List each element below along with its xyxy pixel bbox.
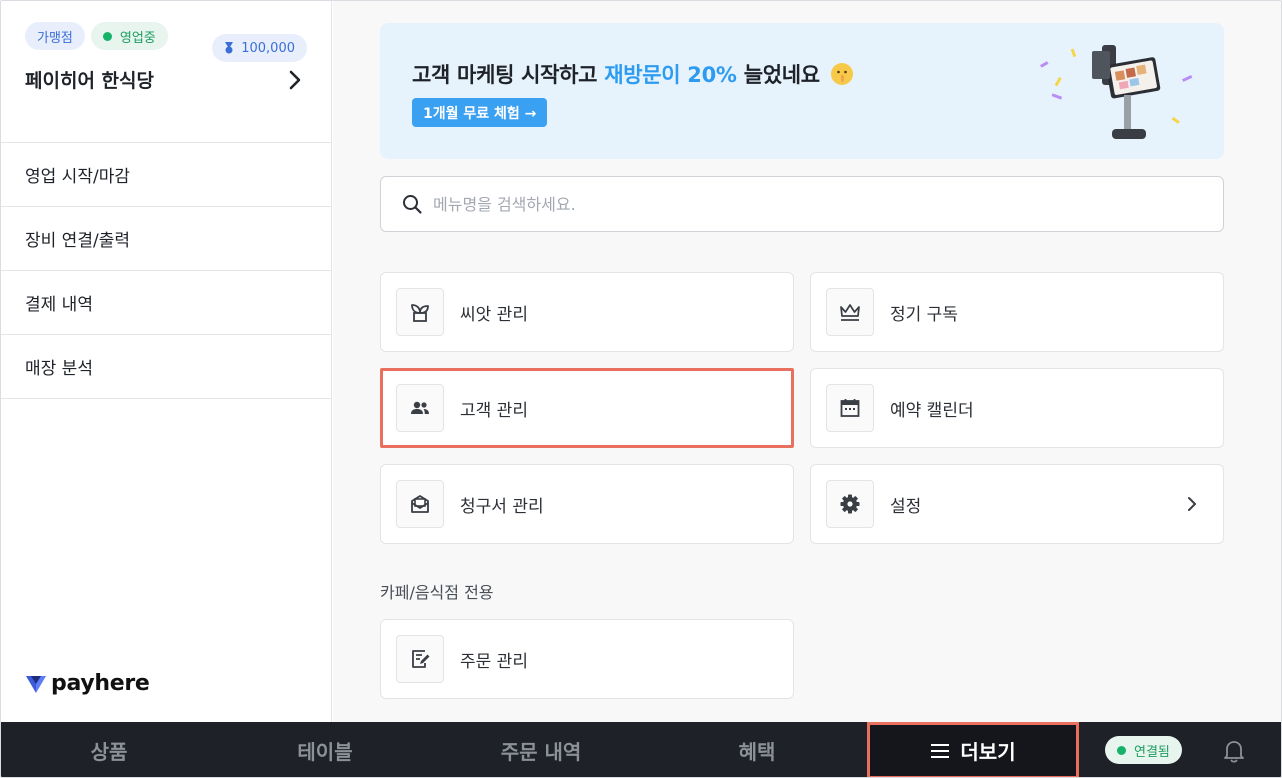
menu-card-label: 고객 관리 <box>460 400 528 421</box>
banner-title-part: 늘었네요 <box>736 63 820 87</box>
store-status-badge: 영업중 <box>90 22 168 50</box>
sidebar: 가맹점 영업중 100,000 페이히어 한식당 영업 시작/마감 장비 연결/… <box>1 1 332 722</box>
sidebar-item-analytics[interactable]: 매장 분석 <box>1 335 331 399</box>
menu-card-label: 씨앗 관리 <box>460 304 528 325</box>
menu-card-customer[interactable]: 고객 관리 <box>380 368 794 448</box>
invoice-icon <box>396 480 444 528</box>
tab-more[interactable]: 더보기 <box>867 722 1079 777</box>
tab-more-label: 더보기 <box>960 740 1016 764</box>
banner-title: 고객 마케팅 시작하고 재방문이 20% 늘었네요 <box>412 59 853 89</box>
sidebar-item-label: 결제 내역 <box>25 295 93 315</box>
store-selector[interactable]: 페이히어 한식당 <box>25 66 307 93</box>
menu-card-label: 주문 관리 <box>460 651 528 672</box>
tab-order-history[interactable]: 주문 내역 <box>433 722 649 777</box>
gear-icon <box>826 480 874 528</box>
points-badge[interactable]: 100,000 <box>212 34 307 62</box>
status-dot-icon <box>102 31 112 41</box>
search-icon <box>403 195 422 214</box>
store-header: 가맹점 영업중 100,000 페이히어 한식당 <box>1 1 331 143</box>
tab-benefits[interactable]: 혜택 <box>649 722 865 777</box>
menu-card-label: 청구서 관리 <box>460 496 544 517</box>
menu-card-orders[interactable]: 주문 관리 <box>380 619 794 699</box>
bottom-nav: 상품 테이블 주문 내역 혜택 더보기 연결됨 <box>1 722 1281 777</box>
menu-card-subscription[interactable]: 정기 구독 <box>810 272 1224 352</box>
pos-device-illustration <box>1040 45 1193 139</box>
menu-card-invoice[interactable]: 청구서 관리 <box>380 464 794 544</box>
payhere-logo-icon <box>26 675 46 693</box>
section-label-cafe-restaurant: 카페/음식점 전용 <box>380 583 494 602</box>
sidebar-item-open-close[interactable]: 영업 시작/마감 <box>1 143 331 207</box>
medal-icon <box>225 42 234 54</box>
promo-banner[interactable]: 고객 마케팅 시작하고 재방문이 20% 늘었네요 1개월 무료 체험 → <box>380 23 1224 159</box>
tab-products[interactable]: 상품 <box>1 722 217 777</box>
sprout-icon <box>396 288 444 336</box>
tab-tables[interactable]: 테이블 <box>217 722 433 777</box>
menu-card-settings[interactable]: 설정 <box>810 464 1224 544</box>
hamburger-menu-icon <box>931 743 950 758</box>
search-input[interactable] <box>433 194 1193 214</box>
sidebar-item-devices[interactable]: 장비 연결/출력 <box>1 207 331 271</box>
crown-icon <box>826 288 874 336</box>
sidebar-item-payments[interactable]: 결제 내역 <box>1 271 331 335</box>
bell-icon[interactable] <box>1222 738 1246 764</box>
sidebar-item-label: 장비 연결/출력 <box>25 231 130 251</box>
connection-status-badge: 연결됨 <box>1105 736 1182 764</box>
connection-status-label: 연결됨 <box>1134 744 1170 760</box>
chevron-right-icon <box>1188 497 1196 511</box>
shushing-emoji-icon <box>830 63 853 85</box>
menu-card-reservation[interactable]: 예약 캘린더 <box>810 368 1224 448</box>
store-type-badge: 가맹점 <box>25 22 85 50</box>
people-icon <box>396 384 444 432</box>
sidebar-item-label: 영업 시작/마감 <box>25 167 130 187</box>
banner-title-part: 고객 마케팅 시작하고 <box>412 63 605 87</box>
menu-card-seed[interactable]: 씨앗 관리 <box>380 272 794 352</box>
calendar-icon <box>826 384 874 432</box>
order-edit-icon <box>396 635 444 683</box>
app-window: 가맹점 영업중 100,000 페이히어 한식당 영업 시작/마감 장비 연결/… <box>0 0 1282 778</box>
points-value: 100,000 <box>241 40 295 56</box>
menu-card-label: 예약 캘린더 <box>890 400 974 421</box>
sidebar-item-label: 매장 분석 <box>25 359 93 379</box>
menu-search-box[interactable] <box>380 176 1224 232</box>
logo-text: payhere <box>51 671 150 696</box>
menu-card-label: 정기 구독 <box>890 304 958 325</box>
status-dot-icon <box>1117 745 1126 755</box>
free-trial-button[interactable]: 1개월 무료 체험 → <box>412 98 548 127</box>
main-content: 고객 마케팅 시작하고 재방문이 20% 늘었네요 1개월 무료 체험 → 메뉴… <box>333 1 1281 722</box>
menu-card-label: 설정 <box>890 496 922 517</box>
banner-title-highlight: 재방문이 20% <box>604 63 737 87</box>
store-name: 페이히어 한식당 <box>25 70 154 92</box>
chevron-right-icon <box>283 68 307 92</box>
payhere-logo: payhere <box>25 671 150 696</box>
store-status-label: 영업중 <box>119 30 156 46</box>
